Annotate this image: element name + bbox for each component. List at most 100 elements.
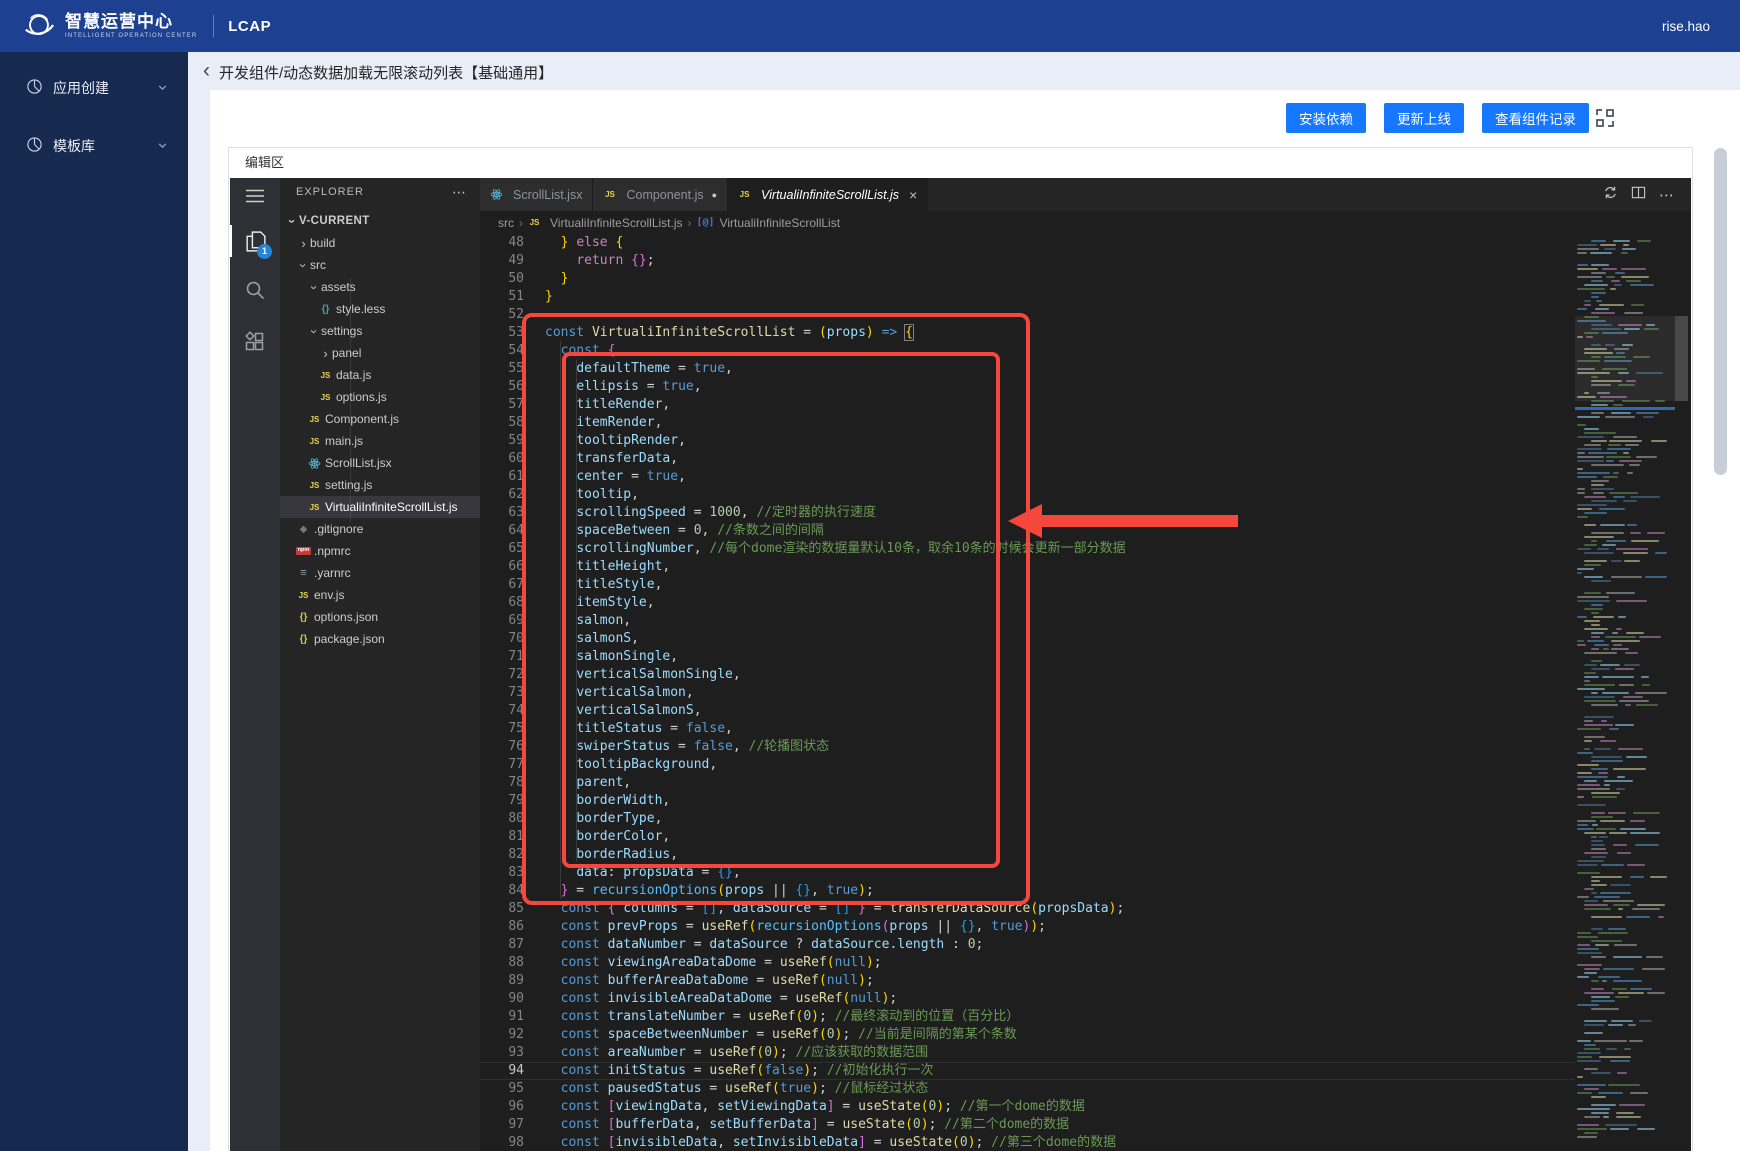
code-line[interactable]: 90 const invisibleAreaDataDome = useRef(…: [480, 990, 1575, 1008]
compare-changes-icon[interactable]: [1603, 185, 1618, 205]
code-line[interactable]: 75 titleStatus = false,: [480, 720, 1575, 738]
back-icon[interactable]: ‹: [203, 60, 210, 81]
tree-item-panel[interactable]: › panel: [280, 342, 480, 364]
code-line[interactable]: 56 ellipsis = true,: [480, 378, 1575, 396]
breadcrumb-item[interactable]: src: [498, 216, 514, 230]
code-line[interactable]: 92 const spaceBetweenNumber = useRef(0);…: [480, 1026, 1575, 1044]
code-line[interactable]: 69 salmon,: [480, 612, 1575, 630]
tree-item-options-json[interactable]: {} options.json: [280, 606, 480, 628]
code-line[interactable]: 77 tooltipBackground,: [480, 756, 1575, 774]
code-line[interactable]: 72 verticalSalmonSingle,: [480, 666, 1575, 684]
install-dependencies-button[interactable]: 安装依赖: [1286, 103, 1366, 133]
code-line[interactable]: 52: [480, 306, 1575, 324]
code-line[interactable]: 94 const initStatus = useRef(false); //初…: [480, 1062, 1575, 1080]
editor-more-icon[interactable]: ⋯: [1659, 186, 1675, 204]
code-line[interactable]: 95 const pausedStatus = useRef(true); //…: [480, 1080, 1575, 1098]
tree-item-package-json[interactable]: {} package.json: [280, 628, 480, 650]
username[interactable]: rise.hao: [1662, 19, 1710, 34]
code-line[interactable]: 55 defaultTheme = true,: [480, 360, 1575, 378]
code-area[interactable]: 48 } else {49 return {}; 50 } 51} 52 53 const…: [480, 234, 1575, 1151]
code-line[interactable]: 64 spaceBetween = 0, //条数之间的间隔: [480, 522, 1575, 540]
tree-item-settings[interactable]: › settings: [280, 320, 480, 342]
minimap-slider[interactable]: [1575, 316, 1688, 401]
code-line[interactable]: 80 borderType,: [480, 810, 1575, 828]
code-line[interactable]: 74 verticalSalmonS,: [480, 702, 1575, 720]
tab-component-js[interactable]: JS Component.js ●: [593, 178, 729, 211]
breadcrumb-item[interactable]: VirtualiInfiniteScrollList: [720, 216, 841, 230]
close-icon[interactable]: ×: [909, 187, 917, 203]
code-line[interactable]: 73 verticalSalmon,: [480, 684, 1575, 702]
code-line[interactable]: 58 itemRender,: [480, 414, 1575, 432]
tree-item-yarnrc[interactable]: ≡ .yarnrc: [280, 562, 480, 584]
tab-virtualiinfinitescrolllist-js[interactable]: JS VirtualiInfiniteScrollList.js ×: [728, 178, 929, 211]
code-line[interactable]: 50 }: [480, 270, 1575, 288]
tree-item-build[interactable]: › build: [280, 232, 480, 254]
code-line[interactable]: 89 const bufferAreaDataDome = useRef(nul…: [480, 972, 1575, 990]
tree-item-assets[interactable]: › assets: [280, 276, 480, 298]
code-line[interactable]: 51}: [480, 288, 1575, 306]
react-icon: [490, 188, 503, 201]
split-editor-icon[interactable]: [1631, 185, 1646, 205]
tab-scrolllist-jsx[interactable]: ScrollList.jsx: [480, 178, 594, 211]
code-line[interactable]: 93 const areaNumber = useRef(0); //应该获取的…: [480, 1044, 1575, 1062]
code-line[interactable]: 79 borderWidth,: [480, 792, 1575, 810]
code-line[interactable]: 66 titleHeight,: [480, 558, 1575, 576]
code-line[interactable]: 54 const {: [480, 342, 1575, 360]
code-line[interactable]: 85 const { columns = [], dataSource = []…: [480, 900, 1575, 918]
tree-item-options-js[interactable]: JS options.js: [280, 386, 480, 408]
code-line[interactable]: 60 transferData,: [480, 450, 1575, 468]
editor-scrollbar[interactable]: [1675, 316, 1688, 401]
code-line[interactable]: 57 titleRender,: [480, 396, 1575, 414]
fullscreen-icon[interactable]: [1594, 107, 1616, 129]
code-line[interactable]: 68 itemStyle,: [480, 594, 1575, 612]
code-line[interactable]: 70 salmonS,: [480, 630, 1575, 648]
code-line[interactable]: 49 return {};: [480, 252, 1575, 270]
sidebar-item-template-library[interactable]: 模板库: [0, 124, 188, 168]
tree-item-gitignore[interactable]: ◆ .gitignore: [280, 518, 480, 540]
code-line[interactable]: 67 titleStyle,: [480, 576, 1575, 594]
tree-item-component-js[interactable]: JS Component.js: [280, 408, 480, 430]
product-name[interactable]: LCAP: [228, 18, 271, 35]
code-line[interactable]: 63 scrollingSpeed = 1000, //定时器的执行速度: [480, 504, 1575, 522]
code-line[interactable]: 59 tooltipRender,: [480, 432, 1575, 450]
tree-item-v-current[interactable]: › V-CURRENT: [280, 210, 480, 232]
tree-item-setting-js[interactable]: JS setting.js: [280, 474, 480, 496]
code-line[interactable]: 82 borderRadius,: [480, 846, 1575, 864]
code-line[interactable]: 98 const [invisibleData, setInvisibleDat…: [480, 1134, 1575, 1151]
code-line[interactable]: 91 const translateNumber = useRef(0); //…: [480, 1008, 1575, 1026]
code-line[interactable]: 87 const dataNumber = dataSource ? dataS…: [480, 936, 1575, 954]
tree-item-virtualiinfinitescrolllist-js[interactable]: JS VirtualiInfiniteScrollList.js: [280, 496, 480, 518]
code-line[interactable]: 65 scrollingNumber, //每个dome渲染的数据量默认10条，…: [480, 540, 1575, 558]
code-line[interactable]: 88 const viewingAreaDataDome = useRef(nu…: [480, 954, 1575, 972]
code-line[interactable]: 71 salmonSingle,: [480, 648, 1575, 666]
view-component-records-button[interactable]: 查看组件记录: [1482, 103, 1589, 133]
code-line[interactable]: 61 center = true,: [480, 468, 1575, 486]
tree-item-style-less[interactable]: {} style.less: [280, 298, 480, 320]
explorer-more-icon[interactable]: ⋯: [452, 185, 466, 199]
tree-item-main-js[interactable]: JS main.js: [280, 430, 480, 452]
code-line[interactable]: 83 data: propsData = {},: [480, 864, 1575, 882]
search-icon[interactable]: [230, 272, 280, 308]
code-line[interactable]: 97 const [bufferData, setBufferData] = u…: [480, 1116, 1575, 1134]
tree-item-scrolllist-jsx[interactable]: ScrollList.jsx: [280, 452, 480, 474]
code-line[interactable]: 48 } else {: [480, 234, 1575, 252]
code-line[interactable]: 96 const [viewingData, setViewingData] =…: [480, 1098, 1575, 1116]
page-scrollbar[interactable]: [1714, 148, 1727, 475]
tree-item-env-js[interactable]: JS env.js: [280, 584, 480, 606]
code-line[interactable]: 76 swiperStatus = false, //轮播图状态: [480, 738, 1575, 756]
menu-icon[interactable]: [230, 178, 280, 214]
update-online-button[interactable]: 更新上线: [1384, 103, 1464, 133]
code-line[interactable]: 84 } = recursionOptions(props || {}, tru…: [480, 882, 1575, 900]
code-line[interactable]: 78 parent,: [480, 774, 1575, 792]
code-line[interactable]: 53 const VirtualiInfiniteScrollList = (pr…: [480, 324, 1575, 342]
tree-item-data-js[interactable]: JS data.js: [280, 364, 480, 386]
breadcrumb-item[interactable]: VirtualiInfiniteScrollList.js: [550, 216, 683, 230]
explorer-activity-icon[interactable]: 1: [230, 223, 280, 259]
extensions-icon[interactable]: [230, 324, 280, 360]
code-line[interactable]: 81 borderColor,: [480, 828, 1575, 846]
sidebar-item-app-create[interactable]: 应用创建: [0, 66, 188, 110]
tree-item-npmrc[interactable]: npm .npmrc: [280, 540, 480, 562]
code-line[interactable]: 86 const prevProps = useRef(recursionOpt…: [480, 918, 1575, 936]
tree-item-src[interactable]: › src: [280, 254, 480, 276]
code-line[interactable]: 62 tooltip,: [480, 486, 1575, 504]
